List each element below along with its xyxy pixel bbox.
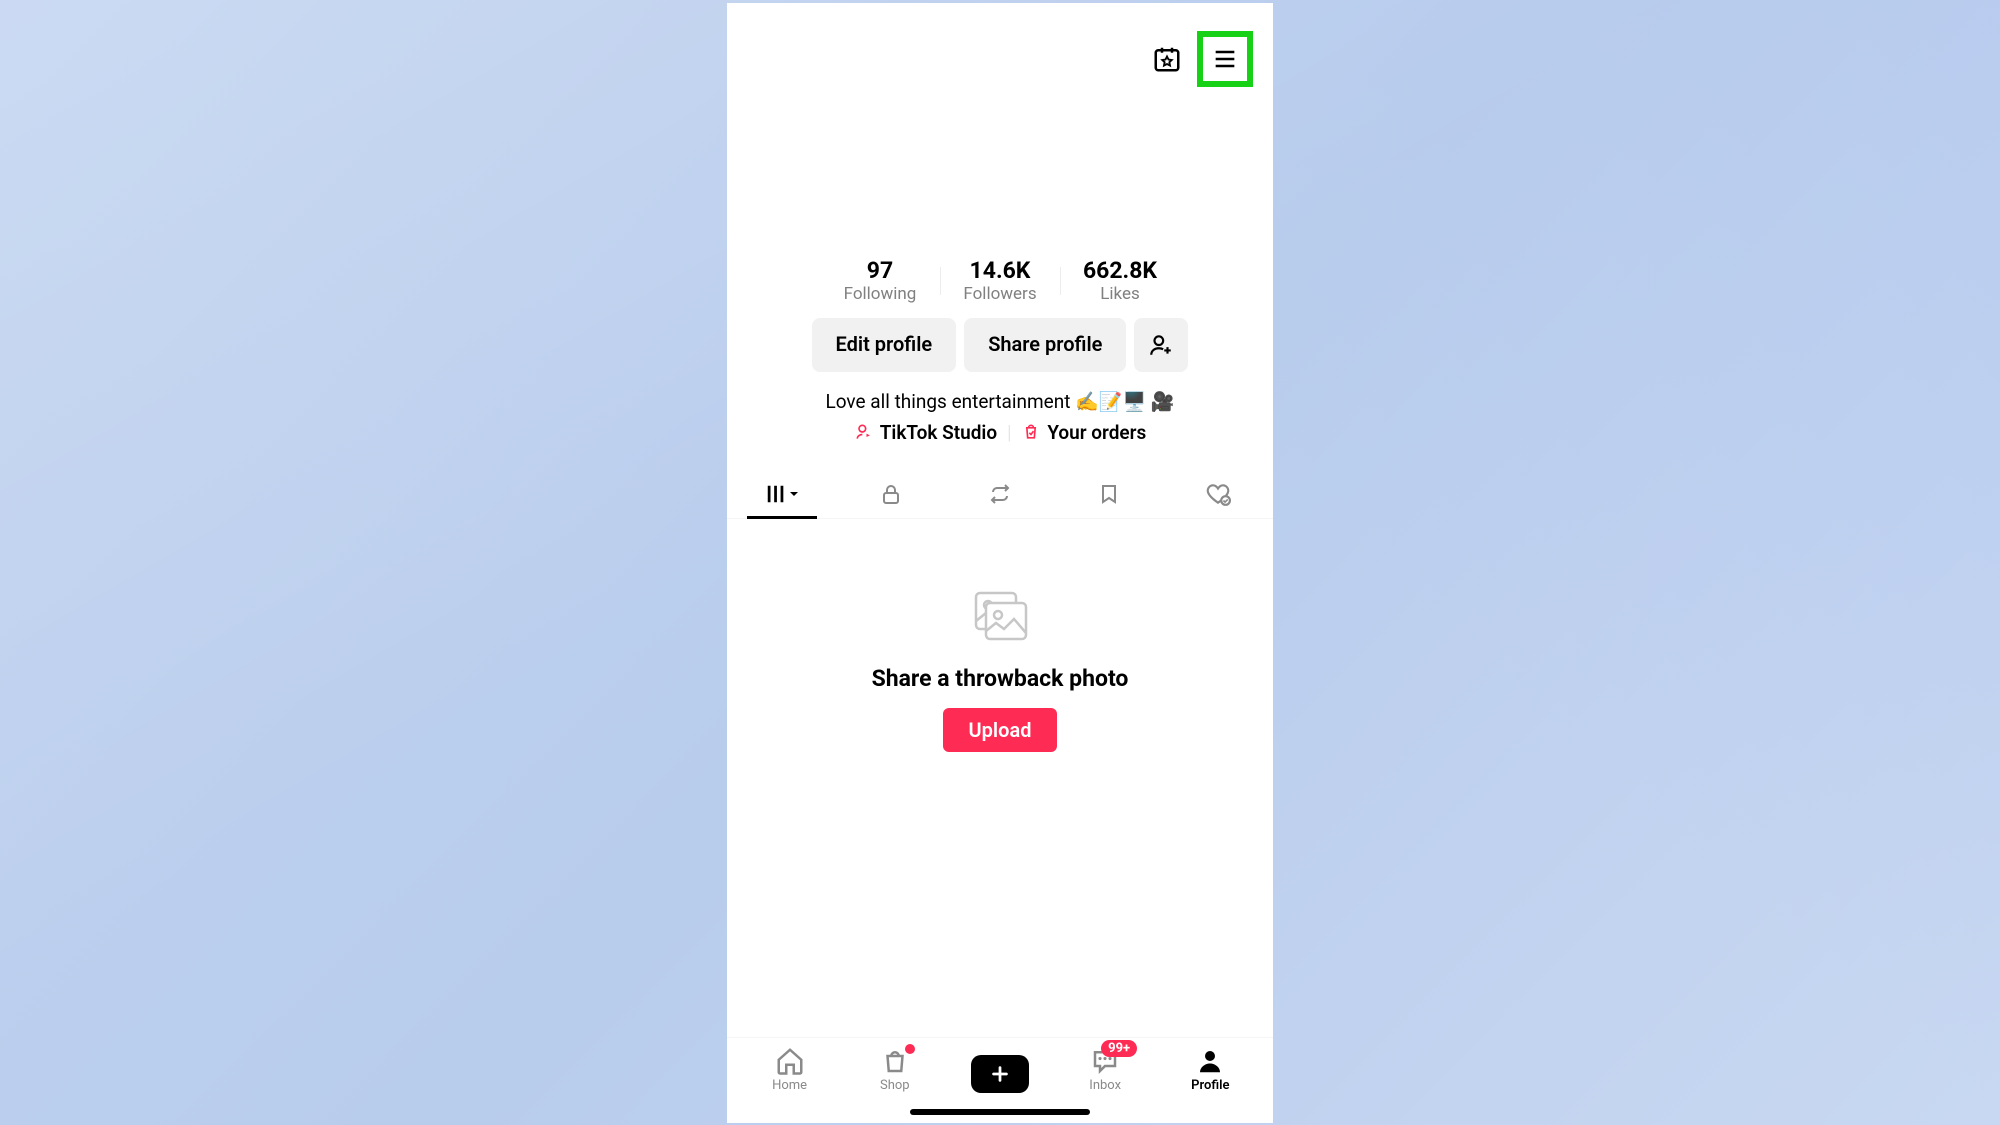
- profile-actions: Edit profile Share profile: [727, 318, 1273, 372]
- link-separator: |: [1007, 421, 1011, 444]
- edit-profile-button[interactable]: Edit profile: [812, 318, 957, 372]
- nav-home-label: Home: [772, 1078, 807, 1093]
- share-profile-button[interactable]: Share profile: [964, 318, 1126, 372]
- tab-liked[interactable]: [1164, 470, 1273, 518]
- bottom-nav: Home Shop 99+ Inbox Profile: [727, 1037, 1273, 1099]
- create-button[interactable]: [971, 1055, 1029, 1093]
- studio-icon: [854, 422, 874, 442]
- tab-grid[interactable]: [727, 470, 836, 518]
- tiktok-studio-link[interactable]: TikTok Studio: [854, 421, 997, 444]
- heart-icon: [1205, 481, 1231, 507]
- nav-home[interactable]: Home: [750, 1046, 830, 1093]
- profile-icon: [1195, 1046, 1225, 1076]
- content-tabs: [727, 470, 1273, 519]
- menu-highlight: [1197, 31, 1253, 87]
- top-bar: [727, 3, 1273, 87]
- lock-icon: [879, 482, 903, 506]
- nav-create[interactable]: [960, 1055, 1040, 1093]
- phone-frame: 97 Following 14.6K Followers 662.8K Like…: [727, 3, 1273, 1123]
- following-count: 97: [820, 257, 940, 284]
- profile-links: TikTok Studio | Your orders: [727, 421, 1273, 444]
- upload-button[interactable]: Upload: [943, 708, 1058, 752]
- grid-icon: [765, 483, 787, 505]
- inbox-badge: 99+: [1101, 1040, 1137, 1057]
- nav-inbox[interactable]: 99+ Inbox: [1065, 1046, 1145, 1093]
- stat-likes[interactable]: 662.8K Likes: [1060, 257, 1180, 304]
- profile-stats: 97 Following 14.6K Followers 662.8K Like…: [727, 257, 1273, 304]
- nav-inbox-label: Inbox: [1089, 1078, 1121, 1093]
- your-orders-link[interactable]: Your orders: [1021, 421, 1146, 444]
- tab-saved[interactable]: [1055, 470, 1164, 518]
- hamburger-menu-icon[interactable]: [1203, 37, 1247, 81]
- stat-followers[interactable]: 14.6K Followers: [940, 257, 1060, 304]
- profile-bio: Love all things entertainment ✍️📝🖥️ 🎥: [727, 390, 1273, 413]
- followers-count: 14.6K: [940, 257, 1060, 284]
- studio-label: TikTok Studio: [880, 421, 997, 444]
- shop-notification-dot: [905, 1044, 915, 1054]
- orders-icon: [1021, 422, 1041, 442]
- plus-icon: [989, 1063, 1011, 1085]
- nav-shop-label: Shop: [880, 1078, 910, 1093]
- home-icon: [775, 1046, 805, 1076]
- home-indicator: [910, 1109, 1090, 1115]
- followers-label: Followers: [940, 284, 1060, 304]
- following-label: Following: [820, 284, 940, 304]
- nav-profile[interactable]: Profile: [1170, 1046, 1250, 1093]
- calendar-star-icon[interactable]: [1145, 37, 1189, 81]
- tab-private[interactable]: [836, 470, 945, 518]
- chevron-down-icon: [789, 489, 799, 499]
- nav-profile-label: Profile: [1191, 1078, 1229, 1093]
- likes-label: Likes: [1060, 284, 1180, 304]
- orders-label: Your orders: [1047, 421, 1146, 444]
- empty-state: Share a throwback photo Upload: [727, 589, 1273, 752]
- empty-title: Share a throwback photo: [872, 665, 1129, 692]
- repost-icon: [988, 482, 1012, 506]
- add-friend-button[interactable]: [1134, 318, 1188, 372]
- photos-icon: [970, 589, 1030, 645]
- stat-following[interactable]: 97 Following: [820, 257, 940, 304]
- nav-shop[interactable]: Shop: [855, 1046, 935, 1093]
- bookmark-icon: [1097, 482, 1121, 506]
- likes-count: 662.8K: [1060, 257, 1180, 284]
- tab-reposts[interactable]: [945, 470, 1054, 518]
